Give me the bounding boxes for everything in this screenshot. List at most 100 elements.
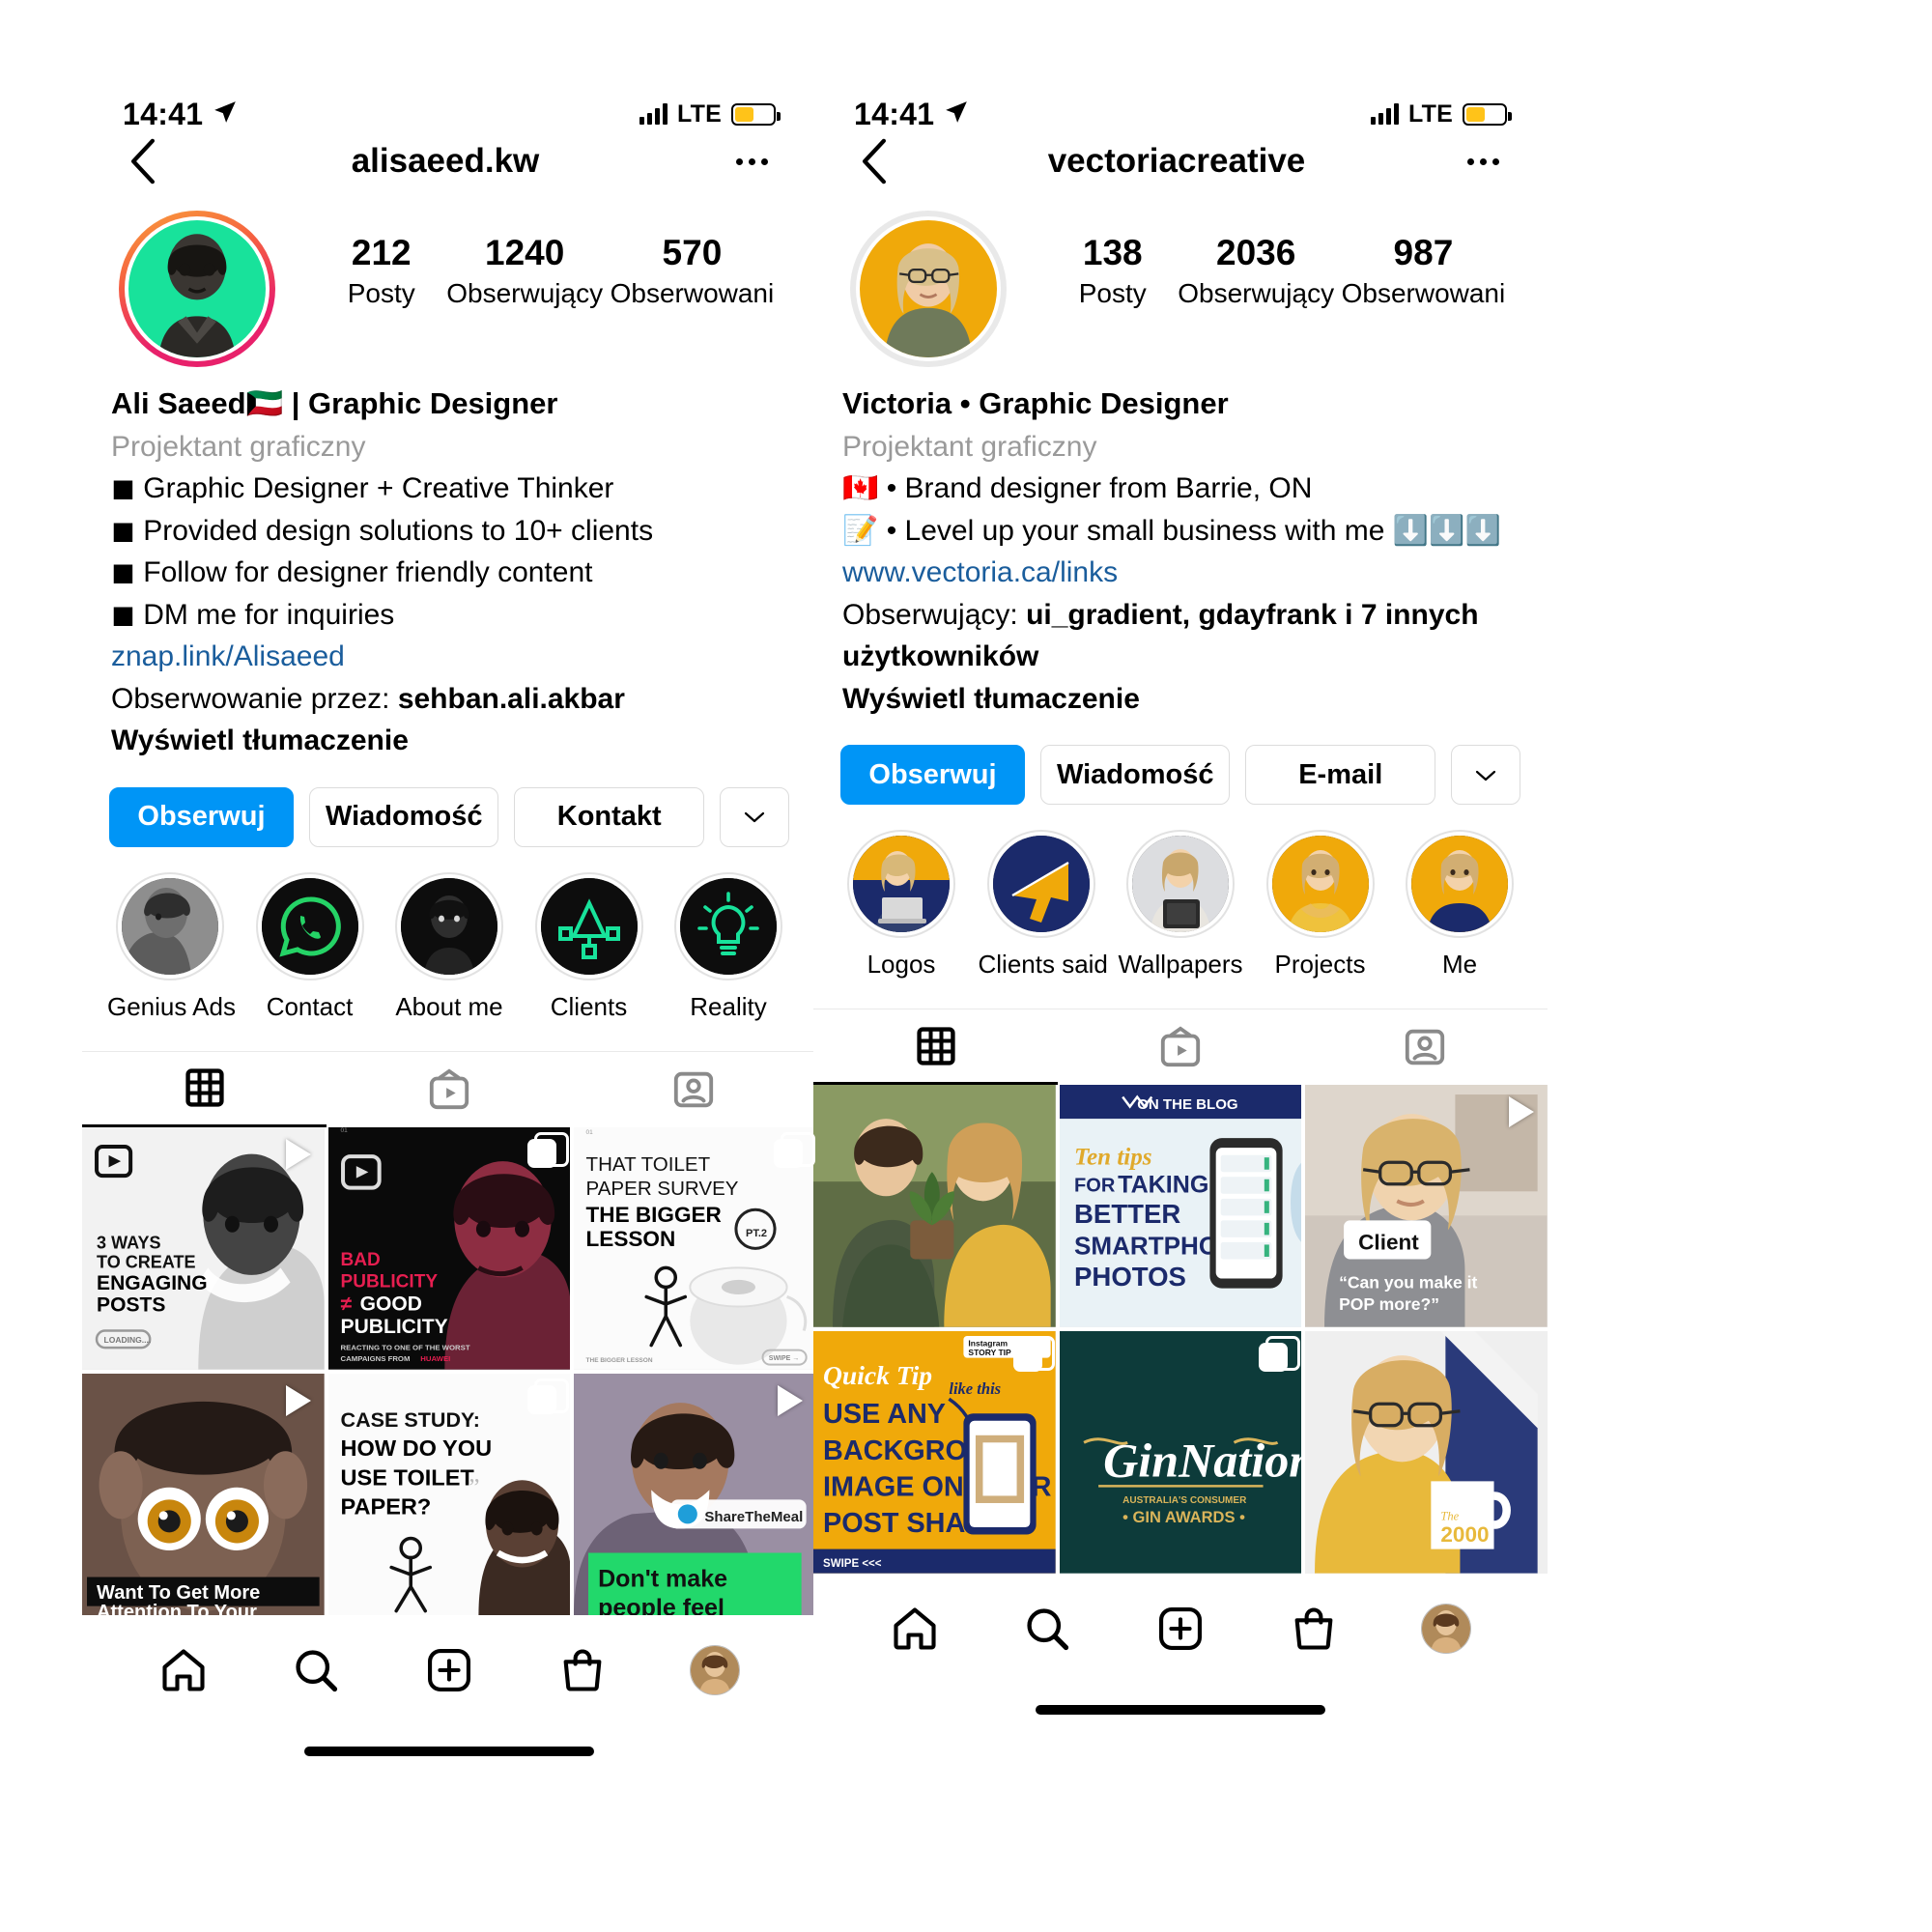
- svg-text:FOR: FOR: [1074, 1176, 1116, 1197]
- post-thumbnail[interactable]: ON THE BLOG 10 Ten tips FOR TAKING BETTE…: [1059, 1085, 1302, 1328]
- stat-followers[interactable]: 2036 Obserwujący: [1178, 232, 1334, 309]
- svg-text:USE TOILET: USE TOILET: [340, 1464, 474, 1490]
- stat-following[interactable]: 987 Obserwowani: [1342, 232, 1506, 309]
- message-button[interactable]: Wiadomość: [1039, 745, 1231, 806]
- svg-text:HOW DO YOU: HOW DO YOU: [340, 1435, 492, 1461]
- profile-avatar-icon[interactable]: [690, 1645, 741, 1696]
- stat-label: Posty: [347, 278, 415, 309]
- bio-line: ◼ Follow for designer friendly content: [111, 556, 593, 589]
- followed-by-names: sehban.ali.akbar: [397, 682, 625, 715]
- profile-bio: Ali Saeed🇰🇼 | Graphic Designer Projektan…: [82, 367, 816, 762]
- highlight-contact[interactable]: Contact: [247, 871, 373, 1022]
- shop-icon[interactable]: [1289, 1604, 1339, 1654]
- profile-avatar[interactable]: [119, 211, 275, 367]
- svg-text:ShareTheMeal: ShareTheMeal: [705, 1509, 804, 1525]
- home-icon[interactable]: [890, 1604, 940, 1654]
- highlight-clients[interactable]: Clients: [526, 871, 652, 1022]
- highlight-reality[interactable]: Reality: [666, 871, 791, 1022]
- stat-value: 987: [1393, 233, 1454, 272]
- tab-grid[interactable]: [813, 1009, 1059, 1086]
- highlight-clients-said[interactable]: Clients said: [979, 830, 1108, 980]
- profile-tabs: [813, 1009, 1548, 1086]
- contact-button[interactable]: Kontakt: [514, 786, 704, 847]
- profile-action-buttons: Obserwuj Wiadomość E-mail: [813, 720, 1548, 806]
- shop-icon[interactable]: [557, 1645, 608, 1695]
- highlight-logos[interactable]: Logos: [838, 830, 964, 980]
- svg-text:TAKING: TAKING: [1118, 1172, 1208, 1199]
- highlight-projects[interactable]: Projects: [1258, 830, 1383, 980]
- highlight-wallpapers[interactable]: Wallpapers: [1118, 830, 1243, 980]
- search-icon[interactable]: [1022, 1604, 1072, 1654]
- profile-avatar[interactable]: [850, 211, 1007, 367]
- bio-line: 📝 • Level up your small business with me…: [842, 514, 1501, 547]
- more-options-icon[interactable]: [725, 157, 778, 165]
- add-post-icon[interactable]: [1155, 1604, 1206, 1654]
- tab-igtv[interactable]: [327, 1052, 571, 1127]
- post-thumbnail[interactable]: [813, 1085, 1056, 1328]
- back-button[interactable]: [121, 138, 165, 185]
- tab-igtv[interactable]: [1058, 1009, 1302, 1085]
- post-thumbnail[interactable]: 3 WAYS TO CREATE ENGAGING POSTS LOADING.…: [82, 1126, 325, 1370]
- view-translation-link[interactable]: Wyświetl tłumaczenie: [842, 678, 1519, 721]
- video-badge: [285, 1384, 311, 1416]
- svg-text:PAPER?: PAPER?: [340, 1493, 431, 1519]
- search-icon[interactable]: [291, 1645, 341, 1695]
- status-time: 14:41: [854, 96, 935, 131]
- tab-grid[interactable]: [82, 1052, 327, 1127]
- highlight-genius-ads[interactable]: Genius Ads: [107, 871, 236, 1022]
- bio-external-link[interactable]: znap.link/Alisaeed: [111, 636, 787, 678]
- svg-text:Don't make: Don't make: [598, 1565, 727, 1592]
- post-thumbnail[interactable]: Instagram STORY TIP Quick Tip USE ANY BA…: [813, 1331, 1056, 1574]
- svg-text:people feel: people feel: [598, 1594, 724, 1615]
- svg-text:The: The: [1441, 1510, 1460, 1523]
- svg-text:PT.2: PT.2: [746, 1228, 767, 1239]
- post-thumbnail[interactable]: ShareTheMeal Don't make people feel: [574, 1373, 816, 1616]
- email-button[interactable]: E-mail: [1245, 745, 1435, 806]
- bio-line: 🇨🇦 • Brand designer from Barrie, ON: [842, 472, 1313, 505]
- more-options-icon[interactable]: [1457, 157, 1509, 165]
- highlight-cover: [122, 877, 218, 975]
- status-bar: 14:41 LTE: [82, 0, 816, 131]
- tagged-icon: [1406, 1030, 1445, 1065]
- svg-text:SWIPE <<<: SWIPE <<<: [823, 1558, 882, 1570]
- svg-text:HUAWEI: HUAWEI: [420, 1354, 450, 1363]
- home-icon[interactable]: [158, 1645, 209, 1695]
- carousel-badge: [774, 1131, 815, 1168]
- post-thumbnail[interactable]: CASE STUDY: HOW DO YOU USE TOILET PAPER?…: [327, 1373, 571, 1616]
- stat-followers[interactable]: 1240 Obserwujący: [446, 232, 603, 309]
- bio-external-link[interactable]: www.vectoria.ca/links: [842, 552, 1519, 594]
- post-thumbnail[interactable]: Want To Get More Attention To Your: [82, 1373, 325, 1616]
- more-actions-button[interactable]: [720, 786, 789, 847]
- svg-text:USE ANY: USE ANY: [823, 1399, 946, 1430]
- profile-header: 212 Posty 1240 Obserwujący 570 Obserwowa…: [82, 197, 816, 367]
- svg-text:Quick Tip: Quick Tip: [823, 1360, 932, 1390]
- bio-category: Projektant graficzny: [111, 430, 366, 463]
- stat-posts[interactable]: 212 Posty: [324, 232, 440, 309]
- tab-tagged[interactable]: [1303, 1009, 1548, 1085]
- add-post-icon[interactable]: [424, 1645, 474, 1695]
- highlight-me[interactable]: Me: [1397, 830, 1522, 980]
- back-button[interactable]: [852, 138, 896, 185]
- battery-icon: [1463, 102, 1512, 126]
- message-button[interactable]: Wiadomość: [308, 786, 499, 847]
- svg-text:”: ”: [469, 1474, 479, 1500]
- post-thumbnail[interactable]: 01 BAD PUBLICITY ≠ GOOD PUBLICITY REACTI…: [327, 1126, 571, 1370]
- post-thumbnail[interactable]: GinNation AUSTRALIA'S CONSUMER • GIN AWA…: [1059, 1331, 1302, 1574]
- post-thumbnail[interactable]: 01 THAT TOILET PAPER SURVEY THE BIGGER L…: [574, 1126, 816, 1370]
- followed-by-row[interactable]: Obserwowanie przez: sehban.ali.akbar: [111, 678, 787, 721]
- highlight-about-me[interactable]: About me: [386, 871, 512, 1022]
- stat-following[interactable]: 570 Obserwowani: [611, 232, 775, 309]
- follow-button[interactable]: Obserwuj: [840, 745, 1025, 806]
- grid-icon: [917, 1027, 955, 1065]
- view-translation-link[interactable]: Wyświetl tłumaczenie: [111, 720, 787, 762]
- tab-tagged[interactable]: [572, 1052, 816, 1127]
- profile-avatar-icon[interactable]: [1421, 1603, 1472, 1654]
- highlight-label: Clients: [550, 991, 628, 1021]
- post-thumbnail[interactable]: Client “Can you make it POP more?”: [1305, 1085, 1548, 1328]
- stat-label: Obserwowani: [1341, 278, 1506, 309]
- follow-button[interactable]: Obserwuj: [109, 786, 294, 847]
- more-actions-button[interactable]: [1451, 745, 1520, 806]
- post-thumbnail[interactable]: The 2000: [1305, 1331, 1548, 1574]
- stat-posts[interactable]: 138 Posty: [1055, 232, 1171, 309]
- followed-by-row[interactable]: Obserwujący: ui_gradient, gdayfrank i 7 …: [842, 594, 1519, 678]
